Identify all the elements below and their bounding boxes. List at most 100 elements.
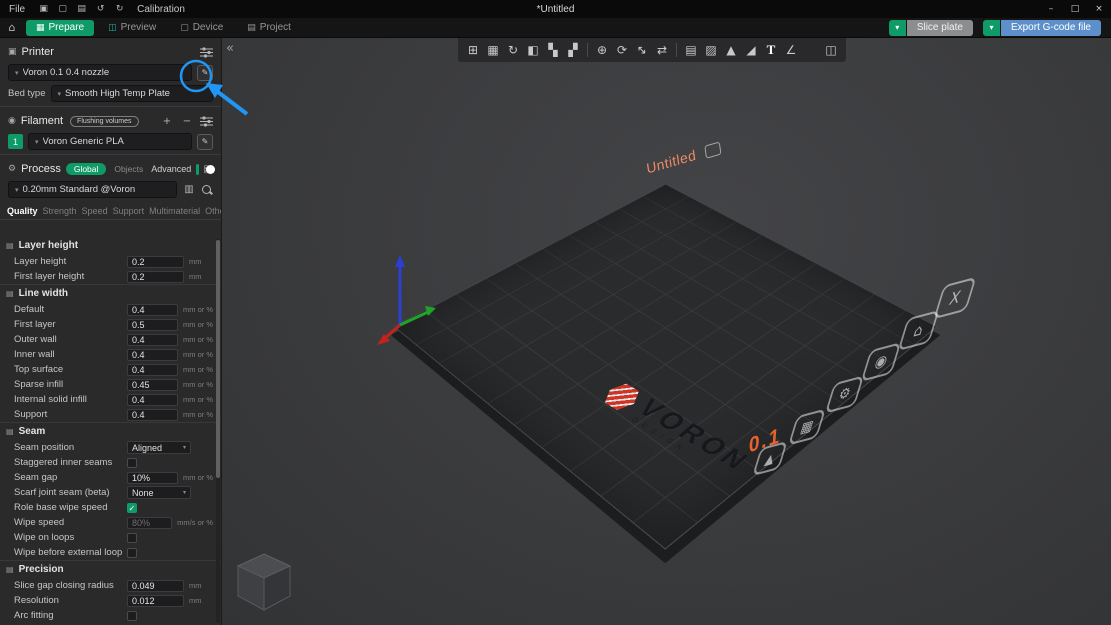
maximize-button[interactable]: □: [1063, 0, 1087, 18]
search-icon[interactable]: [201, 184, 213, 196]
param-tab-others[interactable]: Others: [205, 206, 221, 216]
flushing-volumes-button[interactable]: Flushing volumes: [70, 115, 139, 127]
group-header[interactable]: ▤ Layer height: [0, 237, 221, 254]
open-project-icon[interactable]: ▤: [72, 4, 91, 14]
advanced-toggle[interactable]: [196, 163, 216, 175]
filament-select[interactable]: ▾ Voron Generic PLA: [28, 133, 192, 150]
param-input[interactable]: 0.4: [127, 363, 178, 376]
param-input[interactable]: 10%: [127, 471, 178, 484]
param-input[interactable]: 0.45: [127, 378, 178, 391]
chevron-down-icon[interactable]: ▾: [982, 19, 1000, 36]
param-checkbox[interactable]: ✓: [127, 502, 137, 513]
viewport-3d[interactable]: « ⊞ ▦ ↻ ◧ ▚ ▞ ⊕ ⟳ ↔ ⇄ ▤ ▨ ▲ ◢ T ∠ ◫ Untitled VORON DESIG…: [222, 38, 1111, 625]
minimize-button[interactable]: –: [1039, 0, 1063, 18]
split-parts-icon[interactable]: ▞: [563, 40, 583, 60]
app-logo-icon[interactable]: ▣: [34, 4, 53, 14]
process-global-tab[interactable]: Global: [65, 163, 107, 175]
slice-plate-button[interactable]: ▾ Slice plate: [888, 19, 973, 36]
param-select[interactable]: Aligned ▾: [127, 441, 191, 454]
process-objects-tab[interactable]: Objects: [111, 163, 146, 175]
add-plate-icon[interactable]: ⊞: [463, 40, 483, 60]
param-checkbox[interactable]: [127, 457, 137, 468]
param-row: First layer height 0.2 mm: [0, 269, 221, 284]
param-input[interactable]: 0.012: [127, 594, 184, 607]
param-tab-strength[interactable]: Strength: [43, 206, 77, 216]
chevron-down-icon[interactable]: ▾: [888, 19, 906, 36]
param-input[interactable]: 0.2: [127, 255, 184, 268]
build-plate[interactable]: [393, 183, 938, 550]
param-input[interactable]: 0.4: [127, 333, 178, 346]
new-project-icon[interactable]: ▢: [53, 4, 72, 14]
process-preset-select[interactable]: ▾ 0.20mm Standard @Voron: [8, 181, 177, 198]
redo-icon[interactable]: ↻: [110, 4, 129, 14]
param-input[interactable]: 80%: [127, 516, 173, 529]
param-input[interactable]: 0.2: [127, 270, 184, 283]
filament-settings-icon[interactable]: [200, 115, 213, 127]
param-input[interactable]: 0.4: [127, 393, 178, 406]
scene: [222, 38, 1111, 625]
param-checkbox[interactable]: [127, 547, 137, 558]
support-paint-icon[interactable]: ▲: [721, 40, 741, 60]
project-icon: ▤: [247, 22, 256, 33]
arrange-icon[interactable]: ▦: [483, 40, 503, 60]
save-preset-icon[interactable]: ▥: [182, 184, 196, 195]
chevron-down-icon: ▾: [15, 185, 19, 194]
param-tab-speed[interactable]: Speed: [82, 206, 108, 216]
param-select[interactable]: None ▾: [127, 486, 191, 499]
tab-prepare[interactable]: ▦ Prepare: [26, 19, 95, 36]
move-icon[interactable]: ⊕: [592, 40, 612, 60]
export-gcode-button[interactable]: ▾ Export G-code file: [982, 19, 1101, 36]
param-input[interactable]: 0.4: [127, 408, 178, 421]
tab-device[interactable]: ▢ Device: [170, 20, 233, 36]
color-paint-icon[interactable]: ▨: [701, 40, 721, 60]
file-menu[interactable]: File: [0, 4, 34, 15]
collapse-sidebar-icon[interactable]: «: [226, 41, 234, 56]
tab-project[interactable]: ▤ Project: [237, 20, 301, 36]
variable-layer-height-icon[interactable]: ▤: [681, 40, 701, 60]
text-tool-icon[interactable]: T: [761, 40, 781, 60]
param-label: Role base wipe speed: [14, 502, 108, 513]
add-filament-icon[interactable]: +: [160, 116, 174, 127]
close-button[interactable]: ×: [1087, 0, 1111, 18]
group-icon: ▤: [6, 289, 14, 298]
param-row: Inner wall 0.4 mm or %: [0, 347, 221, 362]
param-input[interactable]: 0.5: [127, 318, 178, 331]
scrollbar-thumb[interactable]: [216, 240, 220, 479]
home-button[interactable]: ⌂: [0, 21, 24, 34]
param-input[interactable]: 0.049: [127, 579, 184, 592]
param-label: Layer height: [14, 256, 67, 267]
printer-select[interactable]: ▾ Voron 0.1 0.4 nozzle: [8, 64, 192, 81]
param-input[interactable]: 0.4: [127, 348, 178, 361]
seam-paint-icon[interactable]: ◢: [741, 40, 761, 60]
export-gcode-label[interactable]: Export G-code file: [1000, 19, 1101, 36]
group-header[interactable]: ▤ Precision: [0, 561, 221, 578]
param-label: Scarf joint seam (beta): [14, 487, 110, 498]
slice-plate-label[interactable]: Slice plate: [906, 19, 973, 36]
undo-icon[interactable]: ↺: [91, 4, 110, 14]
param-row: Slice gap closing radius 0.049 mm: [0, 578, 221, 593]
calibration-menu[interactable]: Calibration: [137, 4, 185, 15]
param-tab-quality[interactable]: Quality: [7, 206, 38, 216]
edit-filament-button[interactable]: ✎: [197, 133, 213, 150]
remove-filament-icon[interactable]: −: [180, 116, 194, 127]
group-header[interactable]: ▤ Line width: [0, 285, 221, 302]
bed-type-select[interactable]: ▾ Smooth High Temp Plate: [50, 85, 213, 102]
tab-preview[interactable]: ◫ Preview: [98, 20, 166, 36]
param-checkbox[interactable]: [127, 610, 137, 621]
group-header[interactable]: ▤ Seam: [0, 423, 221, 440]
scrollbar[interactable]: [216, 239, 220, 623]
auto-orient-icon[interactable]: ↻: [503, 40, 523, 60]
edit-printer-button[interactable]: ✎: [197, 64, 213, 81]
plate-settings-icon[interactable]: [704, 140, 722, 159]
param-input[interactable]: 0.4: [127, 303, 178, 316]
lay-flat-icon[interactable]: ◧: [523, 40, 543, 60]
navigation-cube[interactable]: [234, 550, 294, 614]
assembly-view-icon[interactable]: ◫: [821, 40, 841, 60]
measure-icon[interactable]: ∠: [781, 40, 801, 60]
filament-slot-badge[interactable]: 1: [8, 134, 23, 149]
param-tab-support[interactable]: Support: [113, 206, 145, 216]
param-checkbox[interactable]: [127, 532, 137, 543]
printer-settings-icon[interactable]: [200, 46, 213, 58]
split-objects-icon[interactable]: ▚: [543, 40, 563, 60]
param-tab-multimaterial[interactable]: Multimaterial: [149, 206, 200, 216]
